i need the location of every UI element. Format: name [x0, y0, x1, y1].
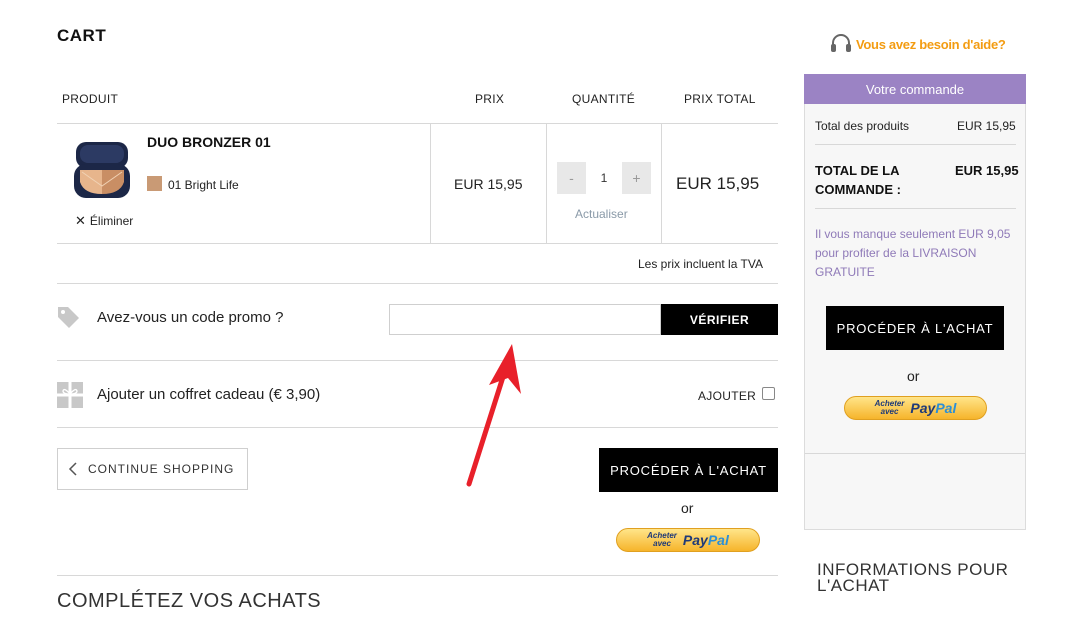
line-total-price: EUR 15,95: [676, 174, 760, 193]
help-link[interactable]: Vous avez besoin d'aide?: [830, 34, 1006, 54]
add-gift-label[interactable]: AJOUTER: [698, 389, 756, 403]
column-header-price: PRIX: [475, 92, 505, 106]
purchase-info-title: INFORMATIONS POUR L'ACHAT: [817, 560, 1009, 595]
or-separator: or: [681, 500, 694, 516]
paypal-with-text: avec: [880, 407, 899, 416]
update-quantity-link[interactable]: Actualiser: [575, 207, 628, 221]
quantity-decrease-button[interactable]: -: [557, 162, 586, 194]
table-divider: [57, 243, 778, 244]
promo-code-input[interactable]: [389, 304, 661, 335]
summary-divider: [815, 144, 1016, 145]
product-variant: 01 Bright Life: [168, 178, 239, 192]
verify-promo-button[interactable]: VÉRIFIER: [661, 304, 778, 335]
tax-note: Les prix incluent la TVA: [638, 257, 763, 271]
sidebar-checkout-button[interactable]: PROCÉDER À L'ACHAT: [826, 306, 1004, 350]
annotation-arrow-icon: [466, 344, 521, 487]
continue-shopping-label: CONTINUE SHOPPING: [88, 462, 235, 476]
quantity-increase-button[interactable]: +: [622, 162, 651, 194]
order-summary-header: Votre commande: [804, 74, 1026, 104]
checkout-button[interactable]: PROCÉDER À L'ACHAT: [599, 448, 778, 492]
quantity-stepper: - 1 +: [557, 162, 651, 194]
promo-code-label: Avez-vous un code promo ?: [97, 309, 284, 326]
sidebar-paypal-button[interactable]: Acheter avec PayPal: [844, 396, 987, 420]
gift-box-label: Ajouter un coffret cadeau (€ 3,90): [97, 386, 321, 403]
variant-swatch: [147, 176, 162, 191]
subtotal-value: EUR 15,95: [957, 119, 1016, 133]
section-divider: [57, 360, 778, 361]
gift-icon: [57, 382, 83, 413]
column-header-total: PRIX TOTAL: [684, 92, 756, 106]
remove-label: Éliminer: [89, 214, 134, 228]
subtotal-label: Total des produits: [815, 119, 910, 133]
remove-item-button[interactable]: ✕ Éliminer: [75, 213, 133, 229]
close-icon: ✕: [75, 213, 86, 228]
free-shipping-note: Il vous manque seulement EUR 9,05 pour p…: [815, 227, 1011, 279]
section-divider: [57, 427, 778, 428]
continue-shopping-button[interactable]: CONTINUE SHOPPING: [57, 448, 248, 490]
help-label: Vous avez besoin d'aide?: [856, 36, 1006, 52]
order-total-label: TOTAL DE LA COMMANDE :: [815, 163, 901, 197]
sidebar-or-separator: or: [907, 368, 920, 384]
column-header-product: PRODUIT: [62, 92, 119, 106]
paypal-with-text: avec: [653, 539, 671, 548]
product-name[interactable]: DUO BRONZER 01: [147, 134, 271, 150]
add-gift-checkbox[interactable]: [762, 387, 775, 400]
column-header-quantity: QUANTITÉ: [572, 92, 636, 106]
summary-divider: [815, 208, 1016, 209]
paypal-logo: PayPal: [682, 532, 729, 548]
order-summary-panel: [804, 74, 1026, 530]
product-image[interactable]: [70, 138, 134, 207]
tag-icon: [56, 305, 80, 334]
cart-title: CART: [57, 26, 107, 45]
unit-price: EUR 15,95: [454, 176, 523, 192]
column-divider: [546, 123, 547, 243]
headset-icon: [831, 34, 851, 52]
paypal-logo: PayPal: [910, 400, 957, 416]
chevron-left-icon: [68, 462, 77, 476]
section-divider: [57, 283, 778, 284]
quantity-value[interactable]: 1: [586, 162, 622, 194]
summary-divider: [805, 453, 1025, 454]
section-divider: [57, 575, 778, 576]
table-divider: [57, 123, 778, 124]
complete-purchase-title: COMPLÉTEZ VOS ACHATS: [57, 590, 322, 612]
paypal-checkout-button[interactable]: Acheter avec PayPal: [616, 528, 760, 552]
column-divider: [430, 123, 431, 243]
order-total-value: EUR 15,95: [955, 163, 1019, 178]
column-divider: [661, 123, 662, 243]
